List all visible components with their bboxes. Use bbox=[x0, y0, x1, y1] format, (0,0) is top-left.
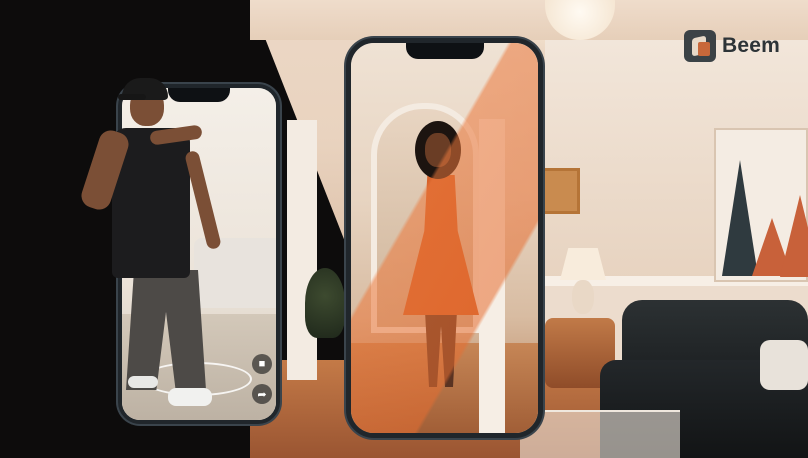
dancer-shoe bbox=[168, 388, 212, 406]
phone-center bbox=[346, 38, 543, 438]
dancer-shoe bbox=[128, 376, 158, 388]
brand-name: Beem bbox=[722, 34, 780, 57]
dancer-cap-brim bbox=[118, 94, 146, 100]
potted-plant bbox=[305, 268, 345, 338]
phone-notch bbox=[405, 43, 484, 59]
beem-logo-icon bbox=[684, 30, 716, 62]
sofa-cushion bbox=[760, 340, 808, 390]
phone-left-sofa bbox=[194, 238, 276, 308]
scene: ■ ➦ Beem bbox=[0, 0, 808, 458]
ar-orange-overlay bbox=[351, 43, 538, 433]
column bbox=[287, 120, 317, 380]
wall-art-shape-orange-2 bbox=[780, 195, 808, 277]
brand-logo[interactable]: Beem bbox=[684, 30, 780, 62]
phone-notch bbox=[168, 88, 230, 102]
chat-bubble-icon[interactable]: ■ bbox=[252, 354, 272, 374]
coffee-table bbox=[520, 410, 680, 458]
table-lamp-base bbox=[572, 280, 594, 314]
share-icon[interactable]: ➦ bbox=[252, 384, 272, 404]
